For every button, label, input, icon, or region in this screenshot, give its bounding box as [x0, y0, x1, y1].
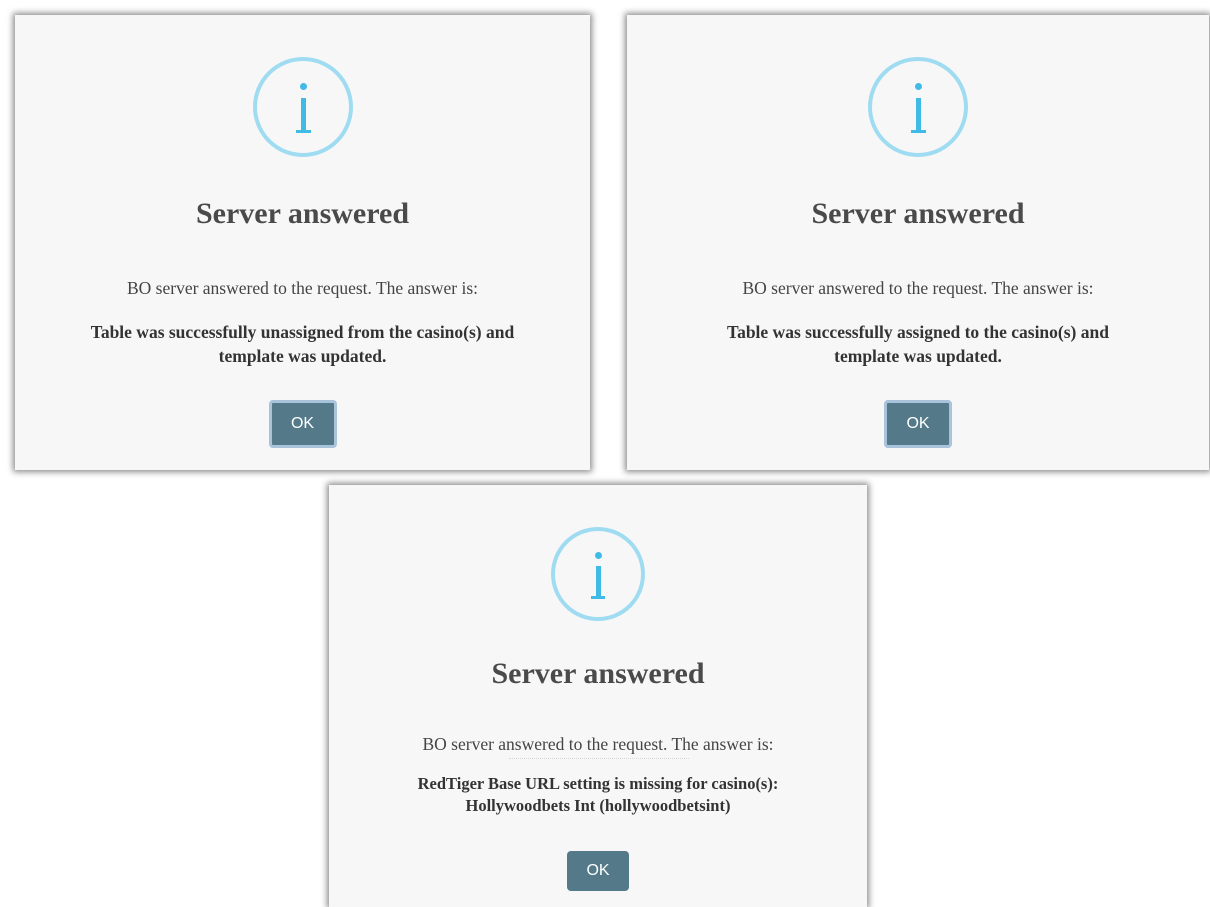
dialog-message-line-2: template was updated.	[834, 346, 1002, 366]
server-answered-dialog-assigned: Server answered BO server answered to th…	[627, 15, 1209, 470]
info-icon	[252, 57, 353, 157]
server-answered-dialog-unassigned: Server answered BO server answered to th…	[15, 15, 590, 470]
info-icon-dot	[915, 83, 922, 90]
screenshot-canvas: Server answered BO server answered to th…	[0, 0, 1210, 907]
dialog-subtitle: BO server answered to the request. The a…	[422, 734, 774, 754]
info-icon-foot	[911, 130, 926, 133]
dialog-title: Server answered	[195, 197, 410, 230]
ok-button[interactable]: OK	[884, 400, 952, 448]
dialog-message: RedTiger Base URL setting is missing for…	[349, 773, 847, 817]
dialog-title: Server answered	[491, 657, 705, 690]
info-icon-foot	[295, 130, 311, 133]
info-icon	[868, 57, 968, 157]
dialog-message-line-2: Hollywoodbets Int (hollywoodbetsint)	[465, 796, 731, 815]
server-answered-dialog-missing-setting: Server answered BO server answered to th…	[329, 485, 867, 907]
dialog-subtitle: BO server answered to the request. The a…	[742, 278, 1094, 298]
info-icon-dot	[595, 552, 602, 559]
dialog-message-line-1: RedTiger Base URL setting is missing for…	[417, 774, 779, 793]
info-icon	[551, 527, 645, 621]
info-icon-foot	[591, 596, 605, 599]
ok-button[interactable]: OK	[567, 851, 629, 891]
info-icon-stem	[596, 566, 601, 598]
dialog-message-line-1: Table was successfully assigned to the c…	[727, 322, 1109, 342]
dialog-message: Table was successfully assigned to the c…	[647, 320, 1189, 368]
dialog-message-line-1: Table was successfully unassigned from t…	[90, 322, 515, 342]
info-icon-stem	[916, 98, 921, 132]
info-icon-stem	[300, 98, 306, 132]
dialog-subtitle: BO server answered to the request. The a…	[126, 278, 479, 298]
dialog-title: Server answered	[811, 197, 1025, 230]
ok-button[interactable]: OK	[268, 400, 337, 448]
info-icon-dot	[299, 83, 307, 90]
dialog-message-line-2: template was updated.	[218, 346, 387, 366]
divider	[509, 758, 689, 760]
dialog-message: Table was successfully unassigned from t…	[35, 320, 570, 368]
